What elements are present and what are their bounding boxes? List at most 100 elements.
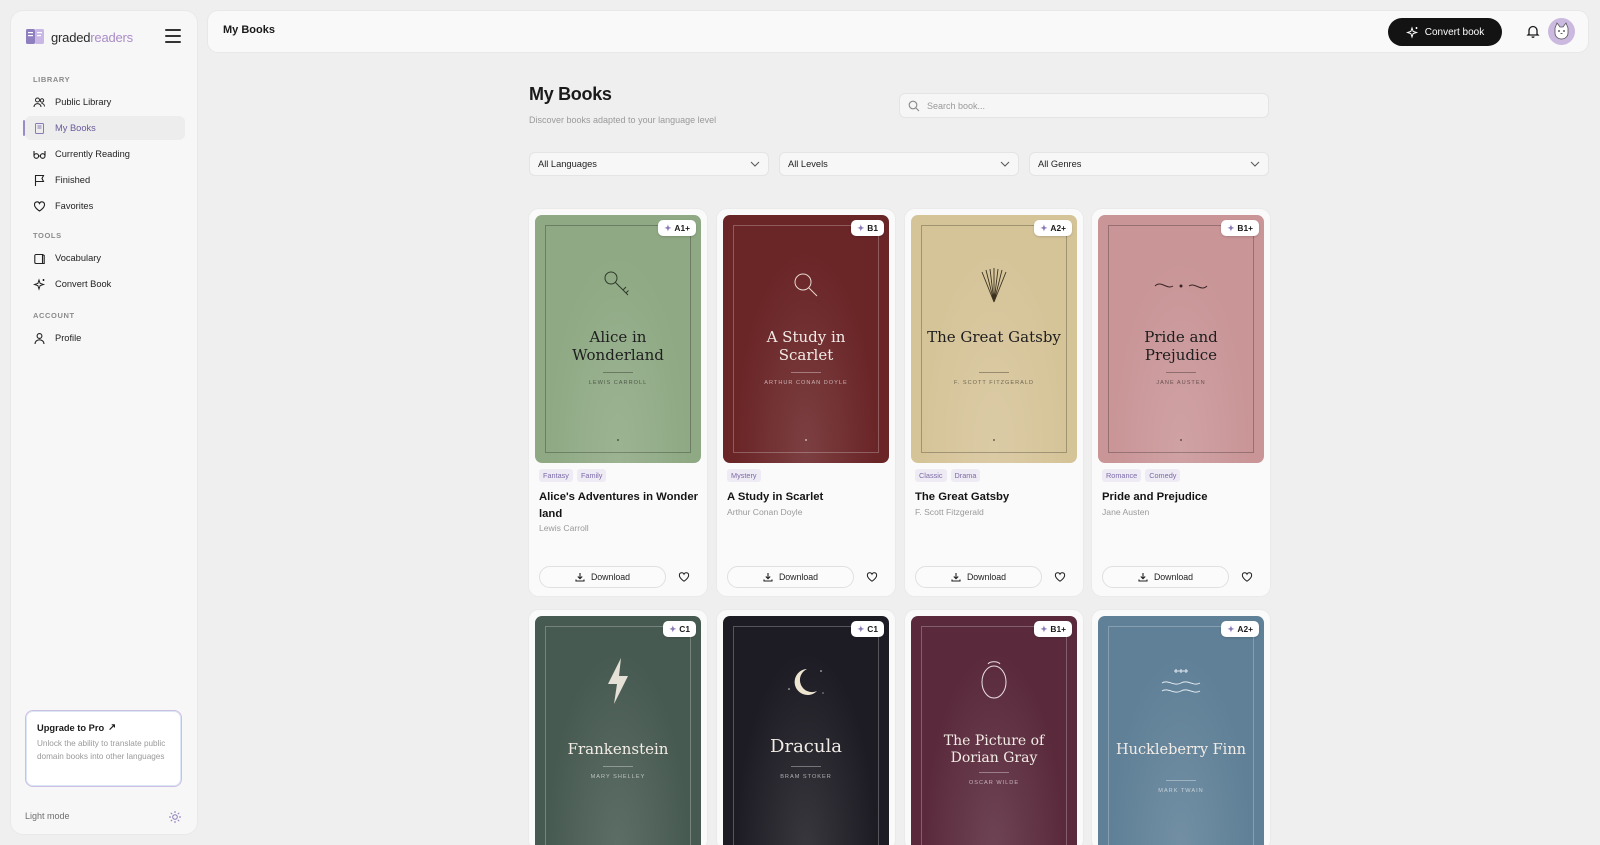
book-cover[interactable]: Dracula BRAM STOKER ✦ C1 — [723, 616, 889, 845]
book-title[interactable]: A Study in Scarlet — [727, 489, 889, 506]
cover-author: MARY SHELLEY — [590, 774, 646, 780]
mirror-icon — [981, 661, 1007, 699]
sidebar-item-label: Favorites — [55, 201, 94, 211]
genre-tags: Fantasy Family — [539, 469, 607, 482]
genre-tag[interactable]: Fantasy — [539, 469, 573, 482]
language-filter[interactable]: All Languages — [529, 152, 769, 176]
cover-author: ARTHUR CONAN DOYLE — [764, 380, 848, 386]
heart-icon — [33, 200, 46, 213]
sidebar-item-label: Vocabulary — [55, 253, 101, 263]
book-card[interactable]: Alice in Wonderland LEWIS CARROLL ✦ A1+ F… — [529, 209, 707, 596]
book-cover[interactable]: The Great Gatsby F. SCOTT FITZGERALD ✦ A2… — [911, 215, 1077, 463]
sidebar-item-label: My Books — [55, 123, 96, 133]
sidebar-item-vocabulary[interactable]: Vocabulary — [25, 246, 185, 270]
sparkle-icon: ✦ — [1040, 624, 1048, 634]
level-badge: ✦ A1+ — [658, 220, 696, 236]
sidebar-item-convert-book[interactable]: Convert Book — [25, 272, 185, 296]
section-library: LIBRARY — [33, 75, 71, 84]
book-card[interactable]: Frankenstein MARY SHELLEY ✦ C1 — [529, 610, 707, 845]
book-cover[interactable]: Alice in Wonderland LEWIS CARROLL ✦ A1+ — [535, 215, 701, 463]
book-author: F. Scott Fitzgerald — [915, 507, 984, 517]
convert-book-button[interactable]: Convert book — [1388, 18, 1502, 46]
sparkle-icon: ✦ — [1227, 624, 1235, 634]
book-cover[interactable]: Huckleberry Finn MARK TWAIN ✦ A2+ — [1098, 616, 1264, 845]
genre-tag[interactable]: Drama — [950, 469, 981, 482]
level-filter-value: All Levels — [788, 159, 828, 169]
book-card[interactable]: Dracula BRAM STOKER ✦ C1 — [717, 610, 895, 845]
book-title[interactable]: Alice's Adventures in Wonderland — [539, 489, 701, 522]
genre-tag[interactable]: Romance — [1102, 469, 1142, 482]
book-card[interactable]: The Picture of Dorian Gray OSCAR WILDE ✦… — [905, 610, 1083, 845]
sidebar-item-label: Convert Book — [55, 279, 112, 289]
level-badge: ✦ A2+ — [1221, 621, 1259, 637]
upgrade-description: Unlock the ability to translate public d… — [37, 739, 166, 761]
book-author: Lewis Carroll — [539, 523, 589, 533]
download-button[interactable]: Download — [915, 566, 1042, 588]
book-cover[interactable]: Pride and Prejudice JANE AUSTEN ✦ B1+ — [1098, 215, 1264, 463]
book-cover[interactable]: Frankenstein MARY SHELLEY ✦ C1 — [535, 616, 701, 845]
logo-icon — [26, 29, 44, 44]
heart-icon — [866, 572, 878, 582]
sparkle-icon: ✦ — [857, 624, 865, 634]
download-button[interactable]: Download — [1102, 566, 1229, 588]
sidebar-item-public-library[interactable]: Public Library — [25, 90, 185, 114]
search-field[interactable] — [899, 93, 1269, 118]
favorite-button[interactable] — [1051, 568, 1069, 586]
level-filter[interactable]: All Levels — [779, 152, 1019, 176]
cover-title: Frankenstein — [567, 740, 669, 758]
genre-filter[interactable]: All Genres — [1029, 152, 1269, 176]
genre-tags: Classic Drama — [915, 469, 981, 482]
sidebar-item-favorites[interactable]: Favorites — [25, 194, 185, 218]
sidebar-item-my-books[interactable]: My Books — [23, 116, 185, 140]
cover-author: BRAM STOKER — [780, 774, 832, 780]
favorite-button[interactable] — [675, 568, 693, 586]
cover-title: Huckleberry Finn — [1115, 742, 1246, 758]
download-icon — [763, 573, 773, 582]
sidebar-item-profile[interactable]: Profile — [25, 326, 185, 350]
book-card[interactable]: A Study in Scarlet ARTHUR CONAN DOYLE ✦ B… — [717, 209, 895, 596]
chevron-down-icon — [750, 161, 760, 167]
download-icon — [951, 573, 961, 582]
sun-icon[interactable] — [168, 810, 182, 824]
upgrade-card[interactable]: Upgrade to Pro ↗ Unlock the ability to tr… — [25, 710, 182, 787]
genre-tag[interactable]: Comedy — [1145, 469, 1181, 482]
language-filter-value: All Languages — [538, 159, 597, 169]
genre-tags: Mystery — [727, 469, 761, 482]
sidebar-item-finished[interactable]: Finished — [25, 168, 185, 192]
topbar: My Books Convert book — [208, 11, 1588, 52]
hamburger-menu-icon[interactable] — [163, 27, 183, 45]
genre-tags: Romance Comedy — [1102, 469, 1181, 482]
sparkle-icon: ✦ — [1227, 223, 1235, 233]
book-cover[interactable]: The Picture of Dorian Gray OSCAR WILDE ✦… — [911, 616, 1077, 845]
theme-label: Light mode — [25, 811, 70, 821]
book-title[interactable]: Pride and Prejudice — [1102, 489, 1264, 506]
download-button[interactable]: Download — [539, 566, 666, 588]
book-card[interactable]: Pride and Prejudice JANE AUSTEN ✦ B1+ Rom… — [1092, 209, 1270, 596]
genre-tag[interactable]: Classic — [915, 469, 947, 482]
sparkle-icon: ✦ — [1040, 223, 1048, 233]
search-input[interactable] — [927, 100, 1257, 111]
book-title[interactable]: The Great Gatsby — [915, 489, 1077, 506]
download-button[interactable]: Download — [727, 566, 854, 588]
genre-tag[interactable]: Family — [576, 469, 607, 482]
sidebar-item-label: Public Library — [55, 97, 112, 107]
glasses-icon — [33, 148, 46, 161]
book-cover[interactable]: A Study in Scarlet ARTHUR CONAN DOYLE ✦ B… — [723, 215, 889, 463]
genre-filter-value: All Genres — [1038, 159, 1082, 169]
vocabulary-icon — [33, 252, 46, 265]
level-badge: ✦ C1 — [851, 621, 884, 637]
favorite-button[interactable] — [863, 568, 881, 586]
cover-author: F. SCOTT FITZGERALD — [953, 380, 1035, 386]
book-card[interactable]: The Great Gatsby F. SCOTT FITZGERALD ✦ A2… — [905, 209, 1083, 596]
bell-icon[interactable] — [1526, 24, 1540, 38]
avatar[interactable] — [1548, 18, 1575, 45]
convert-book-label: Convert book — [1424, 26, 1485, 38]
sidebar-item-currently-reading[interactable]: Currently Reading — [25, 142, 185, 166]
book-card[interactable]: Huckleberry Finn MARK TWAIN ✦ A2+ — [1092, 610, 1270, 845]
heart-icon — [1054, 572, 1066, 582]
genre-tag[interactable]: Mystery — [727, 469, 761, 482]
page-subtitle: Discover books adapted to your language … — [529, 115, 717, 125]
cover-author: LEWIS CARROLL — [588, 380, 648, 386]
logo[interactable]: gradedreaders — [25, 25, 133, 49]
favorite-button[interactable] — [1238, 568, 1256, 586]
